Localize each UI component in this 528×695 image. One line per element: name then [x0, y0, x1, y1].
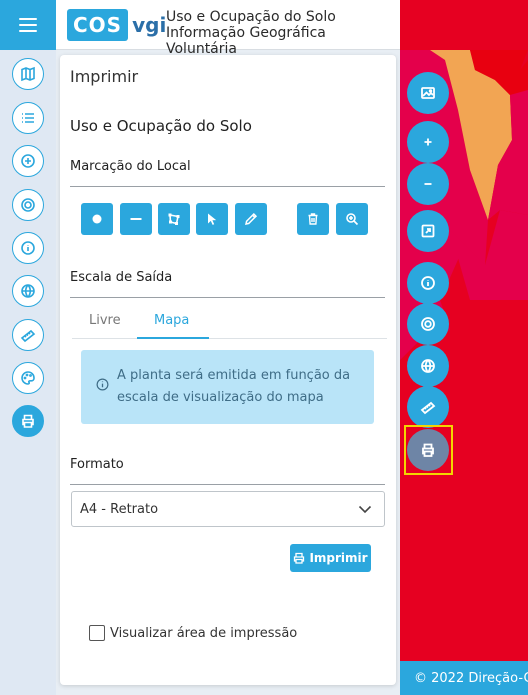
- map-icon: [21, 66, 35, 82]
- format-heading: Formato: [70, 457, 124, 472]
- print-button-label: Imprimir: [309, 551, 368, 565]
- zoom-to-tool-button[interactable]: [336, 203, 368, 235]
- app-header: COS vgi Uso e Ocupação do Solo Informaçã…: [0, 0, 400, 57]
- line-tool-button[interactable]: [120, 203, 152, 235]
- info-icon: [21, 241, 35, 255]
- scale-heading: Escala de Saída: [70, 270, 173, 285]
- format-select-value: A4 - Retrato: [80, 502, 159, 517]
- cursor-icon: [208, 213, 217, 225]
- rail-target-button[interactable]: [12, 189, 44, 221]
- preview-area-label: Visualizar área de impressão: [110, 625, 298, 641]
- scale-divider: [70, 297, 385, 298]
- rail-globe-button[interactable]: [12, 275, 44, 307]
- app-title: Uso e Ocupação do Solo Informação Geográ…: [166, 9, 400, 57]
- map-basemap-button[interactable]: [407, 72, 449, 114]
- print-button[interactable]: Imprimir: [290, 544, 371, 572]
- map-info-button[interactable]: [407, 262, 449, 304]
- print-icon: [22, 414, 34, 428]
- map-globe-button[interactable]: [407, 345, 449, 387]
- extent-icon: [421, 224, 435, 238]
- marking-heading: Marcação do Local: [70, 159, 191, 174]
- logo-secondary: vgi: [132, 13, 167, 37]
- edit-tool-button[interactable]: [235, 203, 267, 235]
- pencil-icon: [245, 212, 258, 225]
- info-icon: [421, 276, 435, 290]
- zoom-in-icon: [346, 213, 359, 226]
- scale-info-text: A planta será emitida em função da escal…: [117, 368, 351, 405]
- tab-mapa[interactable]: Mapa: [137, 305, 209, 339]
- map-attribution: © 2022 Direção-G: [400, 661, 528, 695]
- add-circle-icon: [21, 154, 35, 168]
- format-select[interactable]: A4 - Retrato: [71, 491, 385, 527]
- preview-area-checkbox[interactable]: [89, 625, 105, 641]
- chevron-down-icon: [358, 505, 372, 514]
- list-icon: [22, 113, 34, 123]
- point-icon: [92, 214, 102, 224]
- format-divider: [70, 484, 385, 485]
- polygon-tool-button[interactable]: [158, 203, 190, 235]
- rail-ruler-button[interactable]: [12, 319, 44, 351]
- left-toolbar: [0, 50, 56, 695]
- rail-add-button[interactable]: [12, 145, 44, 177]
- logo-primary: COS: [67, 9, 129, 41]
- app-title-line2: Informação Geográfica Voluntária: [166, 25, 326, 57]
- marking-divider: [70, 186, 385, 187]
- map-zoom-in-button[interactable]: [407, 121, 449, 163]
- map-target-button[interactable]: [407, 303, 449, 345]
- scale-tabs: Livre Mapa: [72, 305, 387, 339]
- preview-area-toggle[interactable]: Visualizar área de impressão: [89, 623, 297, 643]
- rail-print-button[interactable]: [12, 405, 44, 437]
- rail-map-button[interactable]: [12, 58, 44, 90]
- polygon-icon: [168, 213, 180, 225]
- print-panel: Imprimir Uso e Ocupação do Solo Marcação…: [60, 55, 396, 685]
- print-button-highlight: [404, 425, 453, 475]
- info-icon: [96, 378, 109, 391]
- zoom-out-icon: [424, 183, 432, 185]
- delete-tool-button[interactable]: [297, 203, 329, 235]
- app-logo: COS vgi: [67, 7, 166, 43]
- panel-title: Imprimir: [70, 67, 139, 86]
- globe-icon: [421, 359, 435, 373]
- rail-list-button[interactable]: [12, 102, 44, 134]
- line-icon: [130, 218, 142, 220]
- rail-info-button[interactable]: [12, 232, 44, 264]
- target-icon: [21, 198, 35, 212]
- menu-button[interactable]: [0, 0, 56, 50]
- hamburger-icon: [19, 18, 37, 32]
- target-icon: [421, 317, 435, 331]
- trash-icon: [308, 213, 318, 225]
- section-heading: Uso e Ocupação do Solo: [70, 117, 252, 135]
- palette-icon: [21, 371, 35, 385]
- tab-livre[interactable]: Livre: [72, 305, 138, 339]
- rail-palette-button[interactable]: [12, 362, 44, 394]
- print-icon: [294, 552, 305, 564]
- map-zoom-out-button[interactable]: [407, 163, 449, 205]
- zoom-in-icon: [424, 138, 432, 146]
- point-tool-button[interactable]: [81, 203, 113, 235]
- map-measure-button[interactable]: [407, 386, 449, 428]
- app-title-line1: Uso e Ocupação do Solo: [166, 9, 336, 25]
- ruler-icon: [420, 401, 436, 415]
- select-tool-button[interactable]: [196, 203, 228, 235]
- image-icon: [421, 87, 435, 99]
- scale-info-alert: A planta será emitida em função da escal…: [81, 350, 374, 424]
- map-extent-button[interactable]: [407, 210, 449, 252]
- ruler-icon: [20, 329, 36, 343]
- globe-icon: [21, 284, 35, 298]
